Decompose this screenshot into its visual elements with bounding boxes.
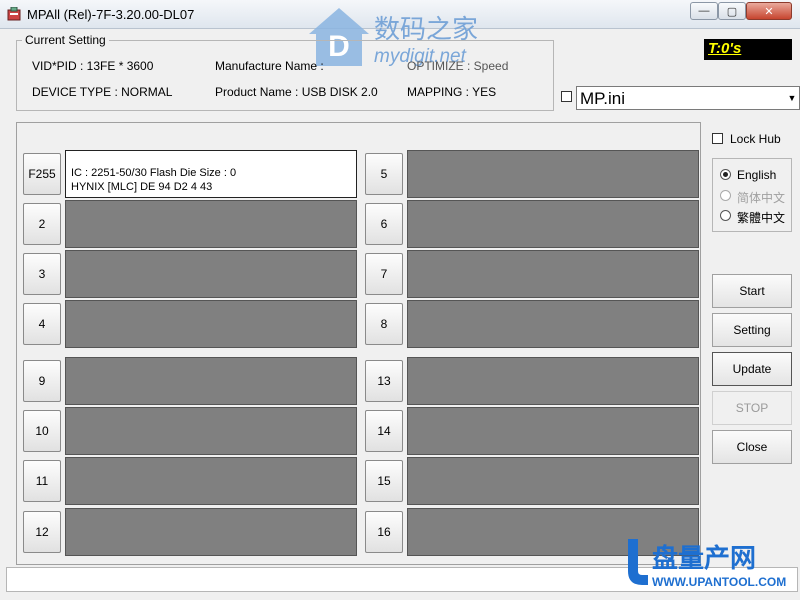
close-icon: ✕: [764, 5, 774, 18]
port-status-9: [65, 357, 357, 405]
port-button-2[interactable]: 2: [23, 203, 61, 245]
port-status-6: [407, 200, 699, 248]
window-title: MPAll (Rel)-7F-3.20.00-DL07: [27, 7, 195, 22]
radio-simplified-chinese: [720, 190, 731, 201]
port-button-7[interactable]: 7: [365, 253, 403, 295]
timer-display: T:0's: [704, 39, 792, 60]
port-status-f255: IC : 2251-50/30 Flash Die Size : 0 HYNIX …: [65, 150, 357, 198]
port-button-11[interactable]: 11: [23, 460, 61, 502]
maximize-button[interactable]: ▢: [718, 2, 746, 20]
port-status-13: [407, 357, 699, 405]
port-button-12[interactable]: 12: [23, 511, 61, 553]
radio-traditional-chinese[interactable]: [720, 210, 731, 221]
ini-checkbox[interactable]: [561, 91, 572, 102]
stop-button: STOP: [712, 391, 792, 425]
port-button-13[interactable]: 13: [365, 360, 403, 402]
port-status-7: [407, 250, 699, 298]
minimize-icon: —: [698, 5, 710, 17]
lock-hub-checkbox[interactable]: [712, 133, 723, 144]
port-button-15[interactable]: 15: [365, 460, 403, 502]
optimize-text: OPTIMIZE : Speed: [407, 59, 509, 73]
port-flash-id-line: HYNIX [MLC] DE 94 D2 4 43: [71, 181, 213, 193]
port-status-5: [407, 150, 699, 198]
radio-english[interactable]: [720, 169, 731, 180]
start-button[interactable]: Start: [712, 274, 792, 308]
device-type-text: DEVICE TYPE : NORMAL: [32, 85, 173, 99]
port-status-14: [407, 407, 699, 455]
upantool-cn-text: 盘量产网: [652, 543, 756, 574]
current-setting-legend: Current Setting: [22, 33, 109, 47]
port-status-11: [65, 457, 357, 505]
upantool-logo-icon: 盘量产网 WWW.UPANTOOL.COM: [628, 539, 786, 589]
port-button-f255[interactable]: F255: [23, 153, 61, 195]
vid-pid-text: VID*PID : 13FE * 3600: [32, 59, 154, 73]
port-status-2: [65, 200, 357, 248]
port-status-12: [65, 508, 357, 556]
manufacture-name-text: Manufacture Name :: [215, 59, 324, 73]
upantool-watermark: 盘量产网 WWW.UPANTOOL.COM: [622, 535, 794, 595]
port-button-8[interactable]: 8: [365, 303, 403, 345]
setting-button[interactable]: Setting: [712, 313, 792, 347]
product-name-text: Product Name : USB DISK 2.0: [215, 85, 378, 99]
port-button-6[interactable]: 6: [365, 203, 403, 245]
port-status-15: [407, 457, 699, 505]
port-button-14[interactable]: 14: [365, 410, 403, 452]
upantool-url-text: WWW.UPANTOOL.COM: [652, 575, 786, 589]
ini-combo[interactable]: MP.ini ▼: [576, 86, 800, 110]
port-status-3: [65, 250, 357, 298]
port-button-3[interactable]: 3: [23, 253, 61, 295]
timer-text: T:0's: [708, 40, 742, 57]
close-window-button[interactable]: ✕: [746, 2, 792, 20]
update-button[interactable]: Update: [712, 352, 792, 386]
current-setting-group: [16, 40, 554, 111]
close-button[interactable]: Close: [712, 430, 792, 464]
radio-english-label: English: [737, 168, 777, 182]
port-button-9[interactable]: 9: [23, 360, 61, 402]
lock-hub-label: Lock Hub: [730, 132, 781, 146]
port-status-8: [407, 300, 699, 348]
minimize-button[interactable]: —: [690, 2, 718, 20]
radio-traditional-chinese-label: 繁體中文: [737, 211, 786, 225]
ini-combo-value: MP.ini: [580, 89, 626, 108]
port-info-line: IC : 2251-50/30 Flash Die Size : 0: [71, 167, 237, 179]
radio-simplified-chinese-label: 简体中文: [737, 191, 786, 205]
port-status-4: [65, 300, 357, 348]
port-button-5[interactable]: 5: [365, 153, 403, 195]
chevron-down-icon[interactable]: ▼: [786, 88, 798, 108]
port-button-16[interactable]: 16: [365, 511, 403, 553]
app-icon: [7, 7, 21, 21]
maximize-icon: ▢: [726, 5, 738, 18]
port-button-4[interactable]: 4: [23, 303, 61, 345]
mapping-text: MAPPING : YES: [407, 85, 497, 99]
port-button-10[interactable]: 10: [23, 410, 61, 452]
port-status-10: [65, 407, 357, 455]
